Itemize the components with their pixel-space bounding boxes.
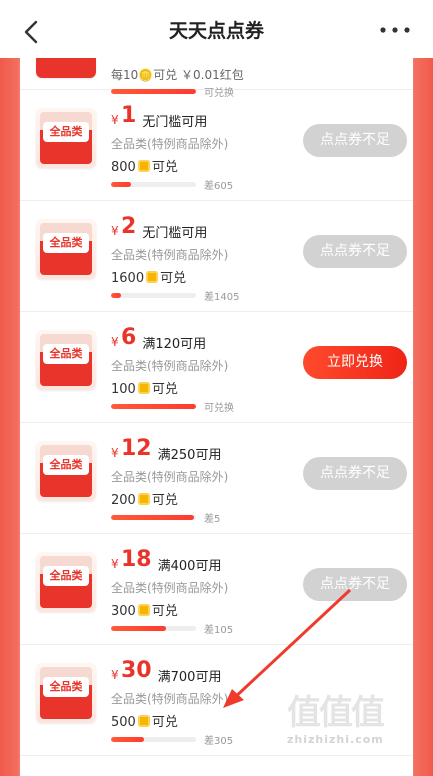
insufficient-points-button[interactable]: 点点券不足 (303, 235, 407, 268)
progress-bar (111, 182, 196, 187)
points-suffix: 可兑 (151, 604, 178, 619)
currency-symbol: ¥ (111, 224, 119, 238)
progress-status: 差5 (204, 514, 221, 525)
coupon-amount: 30 (121, 658, 152, 683)
category-badge: 全品类 (43, 344, 89, 364)
coin-icon (137, 382, 150, 394)
progress-fill (111, 626, 167, 631)
coin-icon (137, 160, 150, 172)
coupon-condition: 无门槛可用 (142, 226, 208, 241)
currency-symbol: ¥ (111, 335, 119, 349)
coupon-thumbnail (36, 58, 96, 78)
coupon-scope: 全品类(特例商品除外) (111, 248, 229, 262)
redeem-button[interactable]: 立即兑换 (303, 346, 407, 379)
currency-symbol: ¥ (111, 446, 119, 460)
watermark-logo: 值值值 (287, 693, 385, 733)
points-cost: 500 可兑 (111, 711, 178, 730)
top-nav-bar: 天天点点券 (0, 0, 433, 58)
coupon-condition: 满700可用 (157, 670, 222, 685)
coupon-card: 全品类 ¥ 1 无门槛可用 全品类(特例商品除外) 800 可兑 差605 点点券… (20, 89, 413, 201)
coupon-thumbnail: 全品类 (36, 441, 96, 501)
points-suffix: 可兑 (151, 382, 178, 397)
coupon-thumbnail: 全品类 (36, 663, 96, 723)
coupon-card: 全品类 ¥ 2 无门槛可用 全品类(特例商品除外) 1600 可兑 差1405 点… (20, 200, 413, 312)
points-value: 300 (111, 604, 136, 619)
category-badge: 全品类 (43, 455, 89, 475)
partial-card-text: 每10🪙可兑 ￥0.01红包 (111, 68, 244, 82)
coupon-card: 全品类 ¥ 12 满250可用 全品类(特例商品除外) 200 可兑 差5 点点券… (20, 422, 413, 534)
coupon-condition: 满250可用 (157, 448, 222, 463)
coupon-thumbnail: 全品类 (36, 108, 96, 168)
progress-status: 差305 (204, 736, 234, 747)
thumbnail-shape (40, 58, 92, 62)
points-cost: 200 可兑 (111, 489, 178, 508)
coupon-amount: 1 (121, 103, 137, 128)
category-badge: 全品类 (43, 233, 89, 253)
more-options-icon[interactable] (377, 22, 413, 38)
coupon-thumbnail: 全品类 (36, 219, 96, 279)
insufficient-points-button[interactable]: 点点券不足 (303, 457, 407, 490)
points-value: 1600 (111, 271, 145, 286)
coupon-thumbnail: 全品类 (36, 552, 96, 612)
coin-icon (137, 715, 150, 727)
coin-icon (146, 271, 159, 283)
points-cost: 100 可兑 (111, 378, 178, 397)
points-suffix: 可兑 (151, 160, 178, 175)
coupon-list[interactable]: 每10🪙可兑 ￥0.01红包 可兑换 全品类 ¥ 1 无门槛可用 全品类(特例商… (20, 58, 413, 776)
page-title: 天天点点券 (168, 20, 264, 42)
coupon-scope: 全品类(特例商品除外) (111, 137, 229, 151)
points-cost: 300 可兑 (111, 600, 178, 619)
coupon-scope: 全品类(特例商品除外) (111, 359, 229, 373)
currency-symbol: ¥ (111, 113, 119, 127)
coupon-card: 全品类 ¥ 18 满400可用 全品类(特例商品除外) 300 可兑 差105 点… (20, 533, 413, 645)
progress-fill (111, 293, 122, 298)
progress-status: 差605 (204, 181, 234, 192)
points-suffix: 可兑 (151, 493, 178, 508)
progress-bar (111, 737, 196, 742)
coupon-amount: 12 (121, 436, 152, 461)
coupon-scope: 全品类(特例商品除外) (111, 581, 229, 595)
coupon-card-partial: 每10🪙可兑 ￥0.01红包 可兑换 (20, 58, 413, 99)
points-value: 500 (111, 715, 136, 730)
progress-bar (111, 404, 196, 409)
coupon-condition: 满120可用 (142, 337, 207, 352)
coupon-condition: 无门槛可用 (142, 115, 208, 130)
coupon-amount: 2 (121, 214, 137, 239)
progress-bar (111, 293, 196, 298)
coupon-condition: 满400可用 (157, 559, 222, 574)
progress-fill (111, 182, 132, 187)
progress-fill (111, 404, 196, 409)
category-badge: 全品类 (43, 677, 89, 697)
coupon-scope: 全品类(特例商品除外) (111, 470, 229, 484)
progress-bar (111, 626, 196, 631)
points-value: 100 (111, 382, 136, 397)
progress-fill (111, 515, 195, 520)
coupon-card: 全品类 ¥ 6 满120可用 全品类(特例商品除外) 100 可兑 可兑换 立即兑… (20, 311, 413, 423)
insufficient-points-button[interactable]: 点点券不足 (303, 124, 407, 157)
currency-symbol: ¥ (111, 668, 119, 682)
points-cost: 800 可兑 (111, 156, 178, 175)
progress-status: 差105 (204, 625, 234, 636)
coupon-thumbnail: 全品类 (36, 330, 96, 390)
coupon-scope: 全品类(特例商品除外) (111, 692, 229, 706)
progress-bar (111, 515, 196, 520)
insufficient-points-button[interactable]: 点点券不足 (303, 568, 407, 601)
watermark-site: zhizhizhi.com (287, 733, 384, 746)
coin-icon (137, 493, 150, 505)
category-badge: 全品类 (43, 566, 89, 586)
points-cost: 1600 可兑 (111, 267, 186, 286)
currency-symbol: ¥ (111, 557, 119, 571)
category-badge: 全品类 (43, 122, 89, 142)
watermark: 值值值 zhizhizhi.com (287, 693, 412, 763)
progress-status: 差1405 (204, 292, 240, 303)
coin-icon (137, 604, 150, 616)
points-suffix: 可兑 (151, 715, 178, 730)
points-value: 200 (111, 493, 136, 508)
coupon-amount: 18 (121, 547, 152, 572)
points-value: 800 (111, 160, 136, 175)
points-suffix: 可兑 (160, 271, 187, 286)
progress-status: 可兑换 (204, 403, 234, 414)
coupon-amount: 6 (121, 325, 137, 350)
progress-fill (111, 737, 145, 742)
